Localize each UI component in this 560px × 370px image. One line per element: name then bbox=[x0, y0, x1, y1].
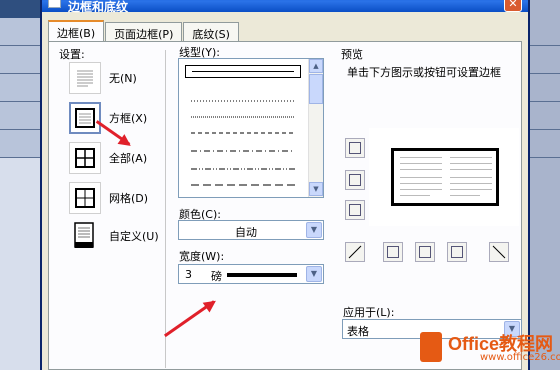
settings-label: 设置: bbox=[59, 48, 85, 61]
scroll-down-icon[interactable]: ▼ bbox=[309, 182, 323, 196]
watermark-url: www.office26.com bbox=[480, 352, 560, 363]
preview-text-line bbox=[400, 157, 442, 158]
borders-tab-panel: 设置: 无(N) 方框(X) 全部(A) 网格(D) 自定义(U) 线型(Y):… bbox=[48, 41, 522, 370]
background-table-row bbox=[0, 130, 40, 158]
width-select[interactable]: 3 磅 ▼ bbox=[178, 264, 324, 284]
tab-page-borders[interactable]: 页面边框(P) bbox=[105, 22, 183, 41]
office-logo-icon bbox=[420, 332, 442, 362]
top-border-icon bbox=[349, 142, 361, 154]
setting-all[interactable]: 全部(A) bbox=[69, 142, 147, 174]
brand-watermark: Office教程网 www.office26.com bbox=[420, 330, 560, 370]
close-button[interactable]: ✕ bbox=[504, 0, 522, 12]
preview-label: 预览 bbox=[341, 48, 363, 61]
inside-horizontal-border-icon bbox=[349, 174, 361, 186]
tab-bar: 边框(B) 页面边框(P) 底纹(S) bbox=[48, 20, 240, 42]
preview-text-line bbox=[450, 183, 492, 184]
bottom-border-button[interactable] bbox=[345, 200, 365, 220]
background-table-row bbox=[0, 74, 40, 102]
column-divider bbox=[165, 50, 166, 368]
background-table-row bbox=[530, 46, 560, 74]
width-value: 3 bbox=[185, 268, 192, 281]
setting-custom-label: 自定义(U) bbox=[109, 230, 159, 243]
borders-shading-dialog: 边框和底纹 ✕ 边框(B) 页面边框(P) 底纹(S) 设置: 无(N) 方框(… bbox=[40, 0, 530, 370]
preview-text-line bbox=[450, 157, 492, 158]
scroll-up-icon[interactable]: ▲ bbox=[309, 59, 323, 73]
width-unit: 磅 bbox=[211, 270, 222, 283]
preview-text-line bbox=[400, 189, 442, 190]
left-border-icon bbox=[387, 246, 399, 258]
preview-text-line bbox=[450, 189, 492, 190]
setting-grid[interactable]: 网格(D) bbox=[69, 182, 148, 214]
preview-text-line bbox=[400, 183, 442, 184]
background-document-left bbox=[0, 0, 40, 370]
line-style-list[interactable]: ▲ ▼ bbox=[178, 58, 324, 198]
diagonal-up-border-button[interactable] bbox=[489, 242, 509, 262]
inside-horizontal-border-button[interactable] bbox=[345, 170, 365, 190]
preview-text-line bbox=[400, 163, 442, 164]
color-value: 自动 bbox=[235, 226, 257, 239]
preview-text-line bbox=[450, 195, 480, 196]
tab-shading[interactable]: 底纹(S) bbox=[183, 22, 239, 41]
all-borders-icon bbox=[69, 142, 101, 174]
diagonal-down-icon bbox=[492, 245, 506, 259]
line-style-scrollbar[interactable]: ▲ ▼ bbox=[308, 59, 323, 197]
width-line-sample bbox=[227, 273, 297, 277]
preview-text-line bbox=[400, 169, 442, 170]
setting-none[interactable]: 无(N) bbox=[69, 62, 137, 94]
chevron-down-icon: ▼ bbox=[306, 266, 322, 282]
background-table-row bbox=[530, 18, 560, 46]
border-preview[interactable] bbox=[369, 128, 519, 226]
preview-hint: 单击下方图示或按钮可设置边框 bbox=[347, 66, 501, 79]
scroll-thumb[interactable] bbox=[309, 74, 323, 104]
line-style-solid[interactable] bbox=[185, 65, 301, 78]
none-border-icon bbox=[69, 62, 101, 94]
bottom-border-icon bbox=[349, 204, 361, 216]
background-table-row bbox=[0, 18, 40, 46]
setting-none-label: 无(N) bbox=[109, 72, 137, 85]
grid-border-icon bbox=[69, 182, 101, 214]
setting-grid-label: 网格(D) bbox=[109, 192, 149, 205]
box-border-icon bbox=[69, 102, 101, 134]
background-document-right bbox=[530, 0, 560, 370]
diagonal-up-icon bbox=[348, 245, 362, 259]
background-table-row bbox=[0, 46, 40, 74]
custom-border-icon bbox=[69, 220, 101, 252]
inside-vertical-border-icon bbox=[419, 246, 431, 258]
apply-to-value: 表格 bbox=[347, 325, 369, 338]
preview-text-line bbox=[450, 177, 492, 178]
color-select[interactable]: 自动 ▼ bbox=[178, 220, 324, 240]
setting-custom[interactable]: 自定义(U) bbox=[69, 220, 159, 252]
setting-all-label: 全部(A) bbox=[109, 152, 148, 165]
dialog-title: 边框和底纹 bbox=[68, 0, 129, 14]
apply-to-label: 应用于(L): bbox=[343, 306, 395, 319]
right-border-button[interactable] bbox=[447, 242, 467, 262]
width-label: 宽度(W): bbox=[179, 250, 225, 263]
setting-box-label: 方框(X) bbox=[109, 112, 148, 125]
preview-page bbox=[391, 148, 499, 206]
preview-text-line bbox=[450, 169, 492, 170]
preview-text-line bbox=[450, 163, 492, 164]
background-table-row bbox=[530, 130, 560, 158]
left-border-button[interactable] bbox=[383, 242, 403, 262]
close-icon: ✕ bbox=[508, 0, 518, 10]
chevron-down-icon: ▼ bbox=[306, 222, 322, 238]
right-border-icon bbox=[451, 246, 463, 258]
background-table-row bbox=[530, 102, 560, 130]
preview-text-line bbox=[400, 177, 442, 178]
inside-vertical-border-button[interactable] bbox=[415, 242, 435, 262]
dialog-title-bar: 边框和底纹 bbox=[42, 0, 528, 14]
background-table-row bbox=[0, 102, 40, 130]
background-table-row bbox=[530, 74, 560, 102]
top-border-button[interactable] bbox=[345, 138, 365, 158]
diagonal-down-border-button[interactable] bbox=[345, 242, 365, 262]
tab-borders[interactable]: 边框(B) bbox=[48, 20, 105, 41]
preview-text-line bbox=[400, 195, 430, 196]
dialog-app-icon bbox=[48, 0, 61, 8]
